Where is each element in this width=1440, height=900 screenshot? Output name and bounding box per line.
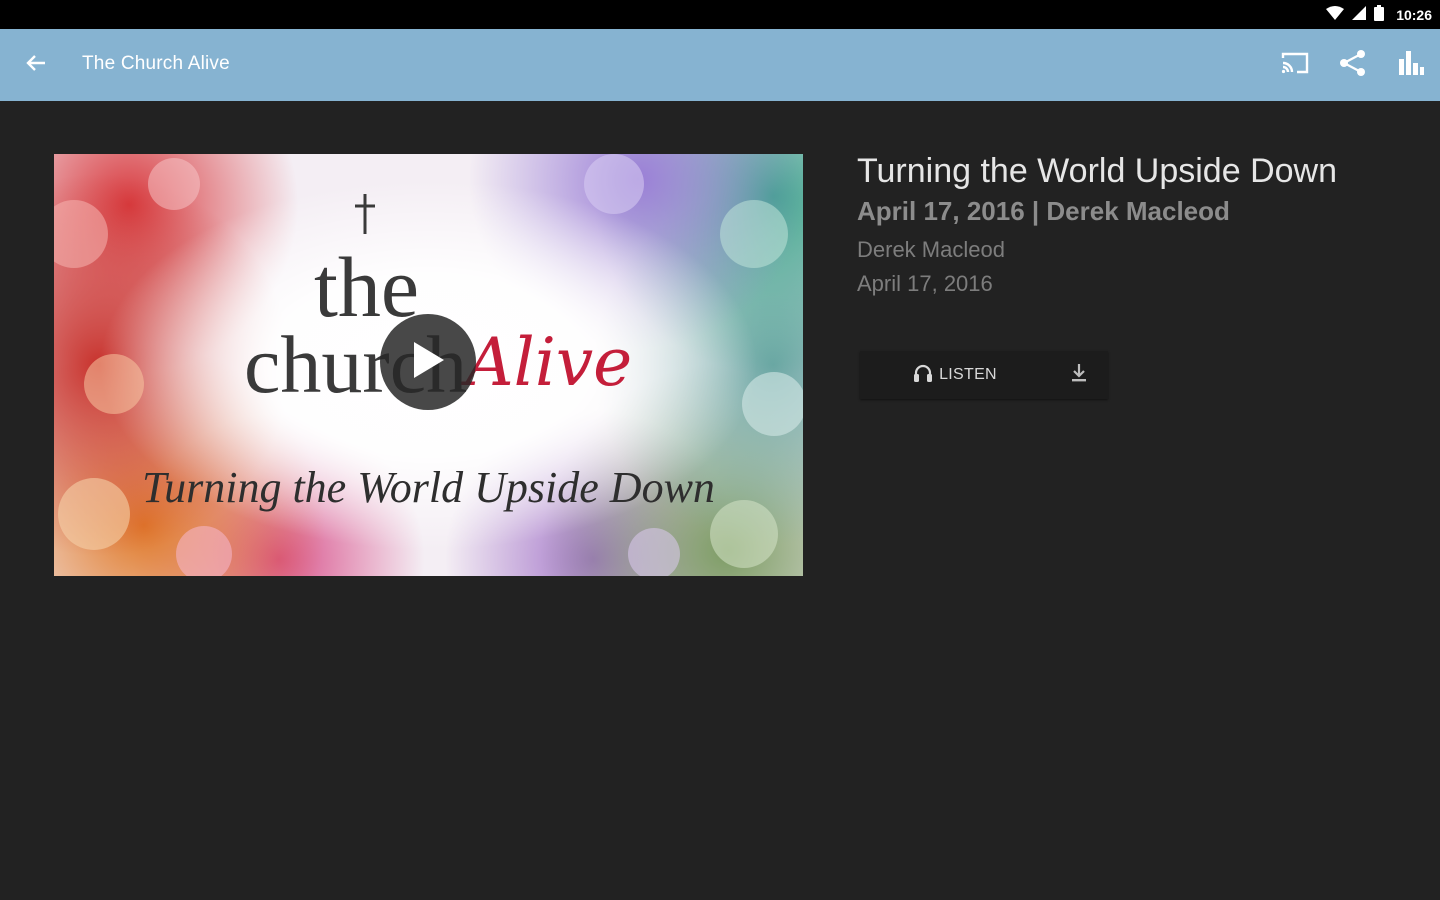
share-button[interactable] (1324, 47, 1382, 83)
back-button[interactable] (20, 51, 52, 79)
cross-icon (350, 192, 380, 241)
media-bar: LISTEN (860, 351, 1108, 399)
cell-signal-icon (1352, 5, 1367, 25)
battery-icon (1374, 4, 1385, 26)
play-button[interactable] (380, 314, 476, 410)
sermon-artwork[interactable]: the church Alive Turning the World Upsid… (54, 154, 803, 576)
share-icon (1339, 49, 1367, 82)
headphones-icon (913, 363, 933, 388)
stats-button[interactable] (1382, 47, 1440, 83)
listen-label: LISTEN (939, 366, 997, 383)
sermon-info: Turning the World Upside Down April 17, … (857, 149, 1337, 301)
back-arrow-icon (26, 54, 46, 77)
sermon-meta: April 17, 2016 | Derek Macleod (857, 196, 1230, 226)
download-icon (1070, 363, 1088, 388)
artwork-subtitle: Turning the World Upside Down (142, 463, 715, 512)
sermon-detail: the church Alive Turning the World Upsid… (0, 101, 1440, 900)
status-time: 10:26 (1396, 7, 1432, 23)
sermon-date: April 17, 2016 (857, 271, 993, 296)
wifi-icon (1326, 5, 1345, 25)
app-title: The Church Alive (82, 53, 230, 74)
play-icon (410, 340, 446, 385)
cast-button[interactable] (1266, 47, 1324, 83)
cast-icon (1281, 51, 1309, 80)
sermon-title: Turning the World Upside Down (857, 152, 1338, 190)
download-button[interactable] (1050, 351, 1108, 399)
status-bar: 10:26 (0, 0, 1440, 29)
artwork-line-alive: Alive (466, 324, 633, 401)
stats-icon (1398, 50, 1424, 80)
sermon-speaker: Derek Macleod (857, 237, 1005, 262)
app-bar: The Church Alive (0, 29, 1440, 101)
listen-button[interactable]: LISTEN (860, 351, 1050, 399)
artwork-line-the: the (314, 239, 420, 335)
